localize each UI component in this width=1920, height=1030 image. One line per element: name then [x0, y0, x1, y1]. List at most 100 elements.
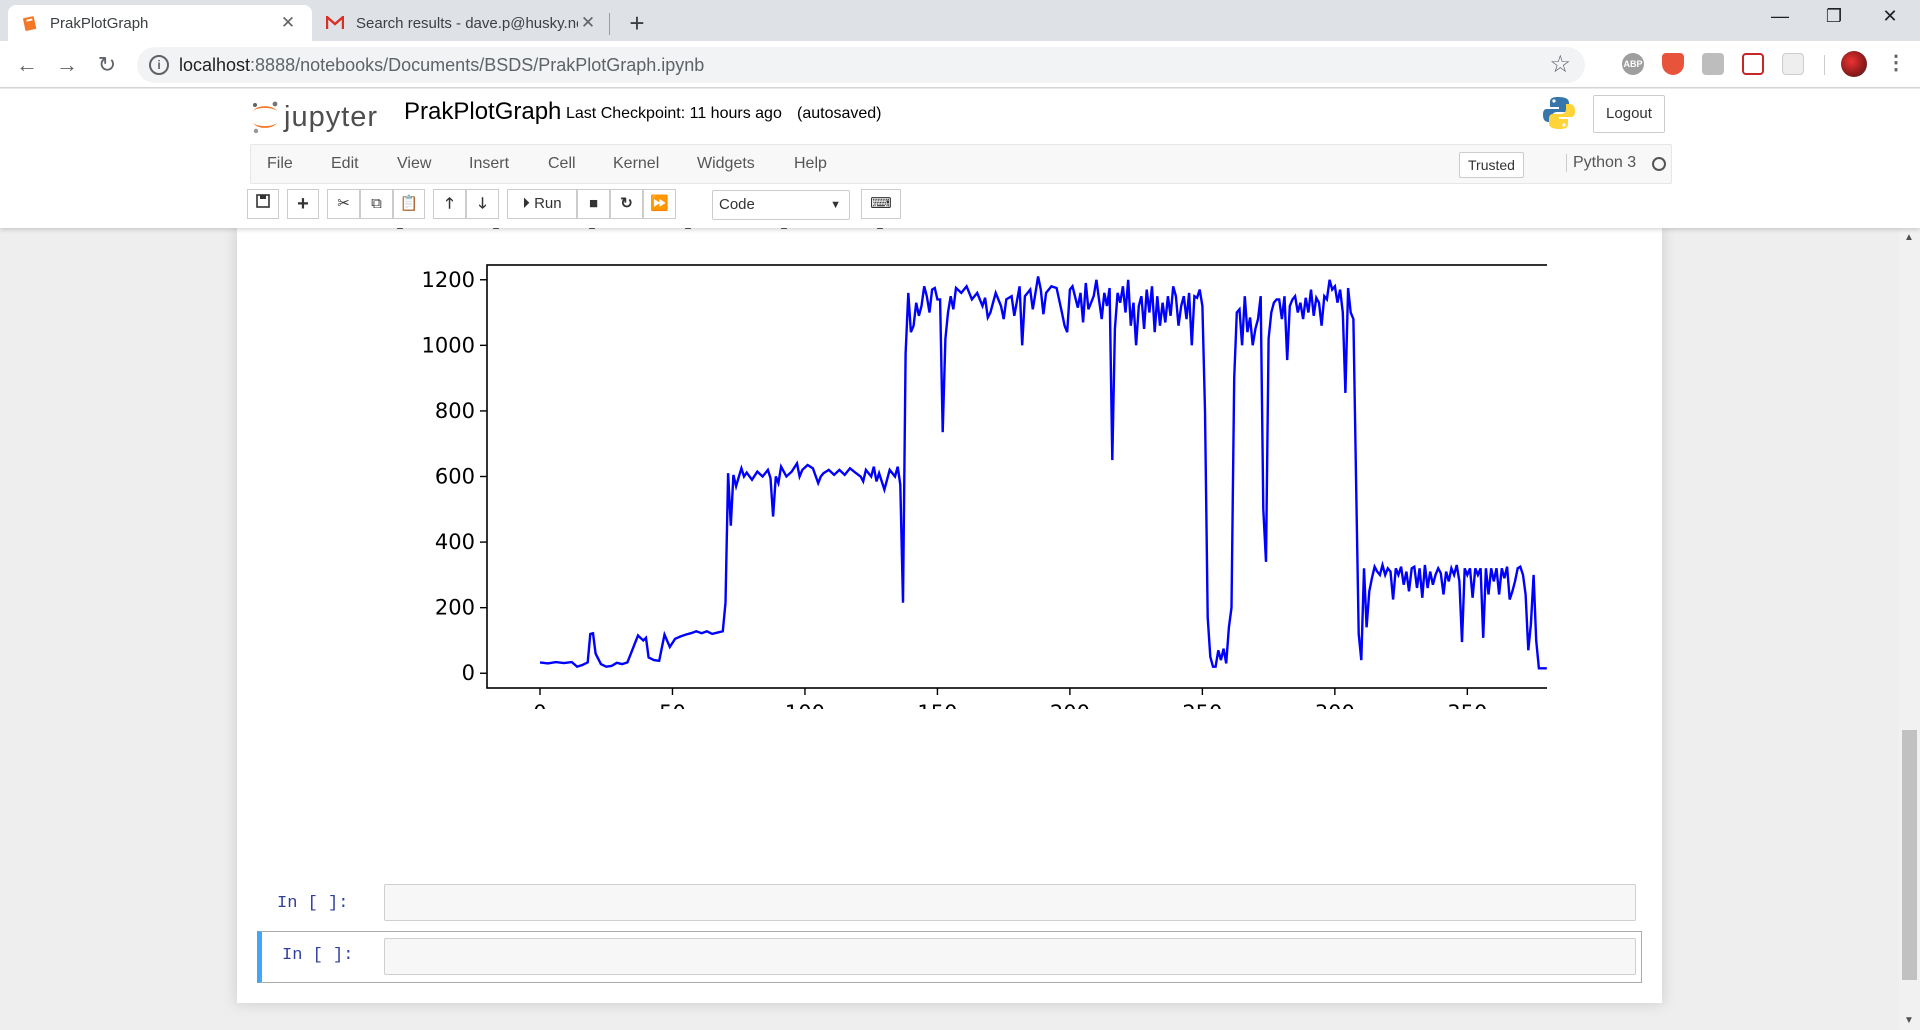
close-tab-icon[interactable]: ✕	[278, 13, 298, 33]
notebook-toolbar: + ✂ ⧉ 📋 🡑 🡓 ⏵ Run ■ ↻ ⏩ Code ▼ ⌨	[247, 189, 1147, 223]
move-down-icon[interactable]: 🡓	[466, 189, 499, 219]
tab-title: Search results - dave.p@husky.ne	[356, 14, 578, 32]
menu-edit[interactable]: Edit	[331, 155, 359, 173]
run-label: Run	[534, 195, 562, 212]
x-tick-label: 300	[1315, 701, 1355, 709]
y-tick-label: 200	[435, 596, 475, 620]
profile-avatar[interactable]	[1841, 51, 1867, 77]
menu-cell[interactable]: Cell	[548, 155, 576, 173]
line-chart: 0 200 400 600 800 1000 1200 0 50 100 150 200 250 300…	[422, 264, 1547, 709]
menu-widgets[interactable]: Widgets	[697, 155, 755, 173]
toolbar-divider	[1824, 55, 1825, 75]
blank-extension-icon[interactable]	[1782, 53, 1804, 75]
url-host: localhost	[179, 55, 251, 75]
save-icon[interactable]	[247, 189, 279, 219]
jupyter-orbit-icon	[253, 101, 278, 134]
notebook-name[interactable]: PrakPlotGraph	[404, 98, 561, 126]
tab-title: PrakPlotGraph	[50, 14, 149, 32]
reload-icon[interactable]: ↻	[92, 50, 122, 80]
code-input[interactable]	[384, 938, 1636, 975]
y-tick-label: 800	[435, 399, 475, 423]
bookmark-star-icon[interactable]: ☆	[1549, 50, 1571, 79]
pocket-icon[interactable]	[1742, 53, 1764, 75]
y-tick-label: 0	[462, 661, 475, 685]
scroll-up-icon[interactable]: ▲	[1904, 232, 1914, 243]
code-cell-selected[interactable]: In [ ]:	[257, 931, 1642, 983]
jupyter-header: jupyter PrakPlotGraph Last Checkpoint: 1…	[0, 89, 1920, 228]
step-forward-icon: ⏵	[522, 195, 530, 212]
notebook-favicon-icon	[23, 16, 37, 31]
tab-prakplotgraph[interactable]: PrakPlotGraph ✕	[8, 5, 312, 41]
menu-file[interactable]: File	[267, 155, 293, 173]
y-tick-label: 1200	[422, 268, 475, 292]
code-cell[interactable]: In [ ]:	[257, 884, 1642, 924]
python-logo-icon	[1543, 97, 1575, 129]
close-tab-icon[interactable]: ✕	[578, 13, 598, 33]
cut-icon[interactable]: ✂	[327, 189, 360, 219]
back-icon[interactable]: ←	[12, 50, 42, 80]
info-icon[interactable]: i	[149, 55, 169, 75]
pdf-icon[interactable]	[1702, 53, 1724, 75]
x-tick-label: 250	[1182, 701, 1222, 709]
trusted-badge[interactable]: Trusted	[1459, 152, 1524, 178]
run-button[interactable]: ⏵ Run	[507, 189, 577, 219]
x-tick-label: 50	[659, 701, 686, 709]
move-up-icon[interactable]: 🡑	[433, 189, 466, 219]
cell-prompt: In [ ]:	[282, 946, 354, 965]
gmail-icon	[326, 16, 344, 29]
y-axis: 0 200 400 600 800 1000 1200	[422, 268, 487, 685]
x-axis: 050100150200250300350400	[533, 688, 1487, 709]
scroll-thumb[interactable]	[1902, 730, 1917, 980]
chevron-down-icon: ▼	[830, 199, 841, 211]
logout-button[interactable]: Logout	[1593, 95, 1665, 133]
url-path: :8888/notebooks/Documents/BSDS/PrakPlotG…	[250, 55, 705, 75]
notebook-menubar: File Edit View Insert Cell Kernel Widget…	[250, 144, 1672, 184]
paste-icon[interactable]: 📋	[393, 189, 425, 219]
cell-prompt: In [ ]:	[277, 894, 349, 913]
tab-separator	[609, 13, 610, 35]
x-tick-label: 100	[785, 701, 825, 709]
x-tick-label: 0	[533, 701, 546, 709]
insert-cell-icon[interactable]: +	[287, 189, 319, 219]
y-tick-label: 400	[435, 530, 475, 554]
copy-icon[interactable]: ⧉	[360, 189, 393, 219]
browser-tab-strip: PrakPlotGraph ✕ Search results - dave.p@…	[0, 0, 1920, 41]
shield-icon[interactable]	[1662, 53, 1684, 75]
restart-icon[interactable]: ↻	[610, 189, 643, 219]
new-tab-button[interactable]: +	[622, 8, 652, 39]
address-bar[interactable]: i localhost:8888/notebooks/Documents/BSD…	[137, 47, 1585, 83]
keyboard-icon[interactable]: ⌨	[861, 189, 901, 219]
menu-kernel[interactable]: Kernel	[613, 155, 659, 173]
autosave-status: (autosaved)	[797, 105, 882, 122]
checkpoint-status: Last Checkpoint: 11 hours ago	[566, 105, 782, 122]
series-line	[539, 276, 1547, 670]
adblock-extension-icon[interactable]: ABP	[1622, 53, 1644, 75]
browser-toolbar: ← → ↻ i localhost:8888/notebooks/Documen…	[0, 41, 1920, 88]
close-window-icon[interactable]: ✕	[1868, 6, 1912, 34]
fast-forward-icon[interactable]: ⏩	[643, 189, 676, 219]
menu-view[interactable]: View	[397, 155, 431, 173]
minimize-icon[interactable]: —	[1758, 6, 1802, 34]
notebook-container: 0 200 400 600 800 1000 1200 0 50 100 150 200 250 300…	[237, 223, 1662, 1003]
menu-help[interactable]: Help	[794, 155, 827, 173]
x-tick-label: 150	[917, 701, 957, 709]
kernel-idle-icon	[1652, 157, 1666, 171]
kernel-name: Python 3	[1566, 154, 1636, 172]
y-tick-label: 600	[435, 465, 475, 489]
plot-frame	[486, 264, 1547, 689]
jupyter-logo[interactable]: jupyter	[250, 97, 378, 137]
stop-icon[interactable]: ■	[577, 189, 610, 219]
forward-icon[interactable]: →	[52, 50, 82, 80]
restore-icon[interactable]: ❐	[1812, 6, 1856, 34]
jupyter-logo-text: jupyter	[284, 100, 379, 133]
scroll-down-icon[interactable]: ▼	[1904, 1015, 1914, 1026]
x-tick-label: 350	[1447, 701, 1487, 709]
x-tick-label: 200	[1050, 701, 1090, 709]
more-vert-icon[interactable]: ⋮	[1886, 50, 1906, 75]
code-input[interactable]	[384, 884, 1636, 921]
cell-type-select[interactable]: Code ▼	[712, 190, 850, 220]
url-text[interactable]: localhost:8888/notebooks/Documents/BSDS/…	[179, 55, 704, 76]
page-scrollbar[interactable]: ▲ ▼	[1899, 228, 1920, 1030]
tab-search-results[interactable]: Search results - dave.p@husky.ne ✕	[312, 5, 612, 41]
menu-insert[interactable]: Insert	[469, 155, 509, 173]
